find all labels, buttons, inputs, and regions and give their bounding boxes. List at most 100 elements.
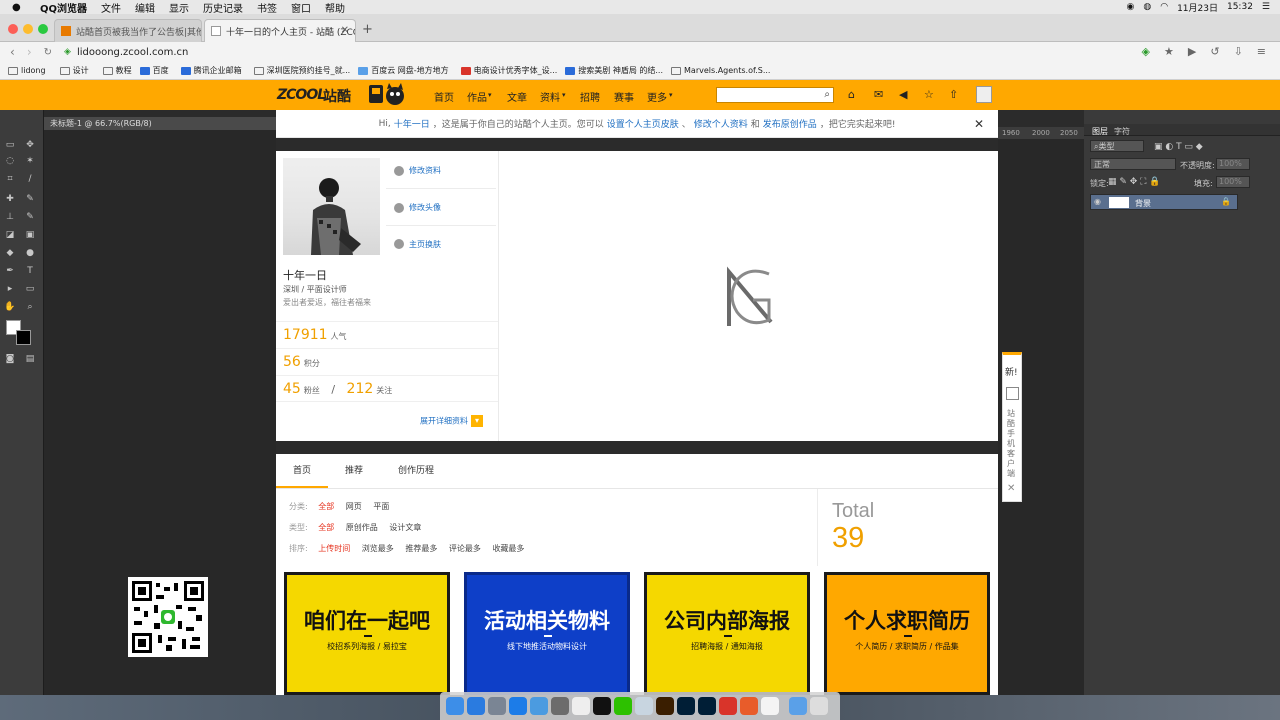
work-card[interactable]: 咱们在一起吧 校招系列海报 / 易拉宝 [284,572,450,695]
expand-details-link[interactable]: 展开详细资料 ▾ [420,415,483,427]
user-avatar[interactable] [976,86,992,103]
filter-option[interactable]: 全部 [318,523,334,532]
bookmark-item[interactable]: Marvels.Agents.of.S... [671,66,770,75]
magic-wand-icon[interactable]: ✶ [24,156,36,166]
crop-tool-icon[interactable]: ⌗ [4,174,16,184]
background-color-swatch[interactable] [16,330,31,345]
zcool-logo[interactable]: ZCOOL [277,87,326,103]
zoom-window-icon[interactable] [38,24,48,34]
bookmark-item[interactable]: 百度 [139,65,169,76]
opacity-input[interactable]: 100% [1216,158,1250,170]
tab-recommended[interactable]: 推荐 [328,454,380,488]
bookmark-item[interactable]: 腾讯企业邮箱 [180,65,242,76]
edit-profile-link[interactable]: 修改个人资料 [694,117,748,130]
lock-icons[interactable]: ▦ ✎ ✥ ⛶ 🔒 [1108,177,1161,187]
panel-tab-character[interactable]: 字符 [1114,126,1130,137]
panel-tab-layers[interactable]: 图层 [1092,126,1108,137]
work-card[interactable]: 公司内部海报 招聘海报 / 通知海报 [644,572,810,695]
type-tool-icon[interactable]: T [24,266,36,276]
zcool-logo-cn[interactable]: 站酷 [323,86,351,106]
minimize-window-icon[interactable] [23,24,33,34]
lasso-tool-icon[interactable]: ◌ [4,156,16,166]
edit-profile-button[interactable]: 修改资料 [386,153,496,189]
wechat-icon[interactable] [614,697,632,715]
profile-photo[interactable] [283,158,380,255]
preview-icon[interactable] [635,697,653,715]
bookmark-item[interactable]: 深圳医院预约挂号_就... [253,65,350,76]
tab-zcool-board[interactable]: 站酷首页被我当作了公告板|其他... [54,19,202,42]
nav-resources[interactable]: 资料 [540,89,560,104]
change-skin-button[interactable]: 主页换肤 [386,226,496,262]
system-prefs-icon[interactable] [551,697,569,715]
star-icon[interactable]: ★ [1164,45,1174,58]
work-card[interactable]: 活动相关物料 线下地推活动物料设计 [464,572,630,695]
bookmark-item[interactable]: 百度云 网盘-地方地方 [358,65,449,76]
menu-edit[interactable]: 编辑 [135,0,155,15]
hand-tool-icon[interactable]: ✋ [4,302,16,312]
photoshop-icon[interactable] [677,697,695,715]
filter-option[interactable]: 评论最多 [449,544,481,553]
qq-status-icon[interactable]: ◍ [1143,2,1151,12]
powerpoint-icon[interactable] [740,697,758,715]
calendar-icon[interactable] [572,697,590,715]
follows-count[interactable]: 212 [347,381,374,397]
work-card[interactable]: 个人求职简历 个人简历 / 求职简历 / 作品集 [824,572,990,695]
fill-input[interactable]: 100% [1216,176,1250,188]
qq-browser-icon[interactable] [530,697,548,715]
trash-icon[interactable] [810,697,828,715]
search-input[interactable]: ⌕ [716,87,834,103]
nav-works[interactable]: 作品 [467,89,487,104]
menu-help[interactable]: 帮助 [325,0,345,15]
tab-history[interactable]: 创作历程 [384,454,448,488]
menu-file[interactable]: 文件 [101,0,121,15]
chevron-down-icon[interactable]: ▾ [669,91,673,99]
close-notice-icon[interactable]: ✕ [974,117,984,131]
zoom-tool-icon[interactable]: ⌕ [24,302,36,312]
safari-icon[interactable] [509,697,527,715]
app-store-icon[interactable] [467,697,485,715]
shield-icon[interactable]: ◈ [1142,45,1150,58]
filter-option[interactable]: 收藏最多 [492,544,524,553]
screen-mode-icon[interactable]: ▤ [24,354,36,364]
filter-option[interactable]: 上传时间 [318,544,350,553]
healing-brush-icon[interactable]: ✚ [4,194,16,204]
qq-icon[interactable] [593,697,611,715]
document-icon[interactable] [761,697,779,715]
blend-mode-select[interactable]: 正常 [1090,158,1176,170]
back-icon[interactable]: ‹ [10,45,15,59]
move-tool-icon[interactable]: ✥ [24,140,36,150]
download-icon[interactable]: ⇩ [1234,45,1243,58]
notice-username-link[interactable]: 十年一日 [394,117,430,130]
tab-personal-home[interactable]: 十年一日的个人主页 - 站酷 (ZCO... ✕ [204,19,356,42]
finder-icon[interactable] [446,697,464,715]
menu-bookmarks[interactable]: 书签 [257,0,277,15]
wechat-status-icon[interactable]: ◉ [1127,2,1135,12]
menu-list-icon[interactable]: ☰ [1262,2,1270,12]
filter-option[interactable]: 推荐最多 [405,544,437,553]
filter-option[interactable]: 浏览最多 [362,544,394,553]
gradient-tool-icon[interactable]: ▣ [24,230,36,240]
nav-contests[interactable]: 赛事 [614,89,634,104]
filter-option[interactable]: 全部 [318,502,334,511]
quick-mask-icon[interactable]: ◙ [4,354,16,364]
netease-music-icon[interactable] [719,697,737,715]
dodge-tool-icon[interactable]: ● [24,248,36,258]
photoshop-cs-icon[interactable] [698,697,716,715]
brush-tool-icon[interactable]: ✎ [24,194,36,204]
shape-tool-icon[interactable]: ▭ [24,284,36,294]
close-float-icon[interactable]: ✕ [1007,483,1015,494]
menu-icon[interactable]: ≡ [1257,45,1266,58]
tab-home[interactable]: 首页 [276,454,328,488]
nav-more[interactable]: 更多 [647,89,667,104]
menu-view[interactable]: 显示 [169,0,189,15]
stamp-tool-icon[interactable]: ⊥ [4,212,16,222]
filter-option[interactable]: 平面 [373,502,389,511]
mail-icon[interactable]: ✉ [874,88,883,101]
eraser-tool-icon[interactable]: ◪ [4,230,16,240]
illustrator-icon[interactable] [656,697,674,715]
new-tab-icon[interactable]: + [362,22,373,37]
star-icon[interactable]: ☆ [924,88,934,101]
bookmark-item[interactable]: 电商设计优秀字体_设... [460,65,557,76]
search-icon[interactable]: ⌕ [824,89,830,100]
launchpad-icon[interactable] [488,697,506,715]
